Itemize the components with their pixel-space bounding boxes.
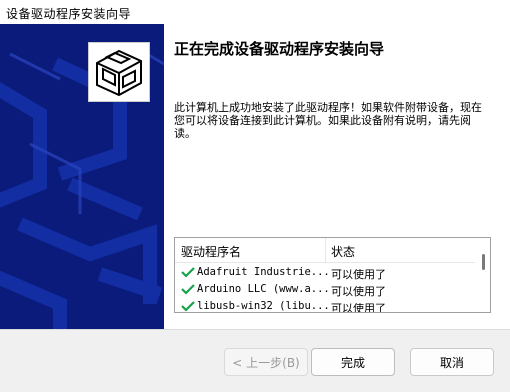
setup-icon [88,42,150,102]
check-icon [181,301,195,312]
column-header-driver-name[interactable]: 驱动程序名 [181,243,241,260]
driver-name: Arduino LLC (www.a... [197,283,330,295]
finish-button[interactable]: 完成 [311,348,395,376]
table-row[interactable]: Arduino LLC (www.a... 可以使用了 [175,281,475,298]
cancel-button[interactable]: 取消 [410,348,494,376]
driver-name: libusb-win32 (libu... [197,300,330,312]
driver-status: 可以使用了 [331,268,386,281]
column-header-status[interactable]: 状态 [331,243,355,260]
column-divider [325,238,326,262]
scrollbar-thumb[interactable] [482,254,485,270]
wizard-banner [0,24,164,329]
driver-status: 可以使用了 [331,285,386,298]
driver-list-scrollbar[interactable] [478,238,490,312]
driver-list-header: 驱动程序名 状态 [175,238,475,263]
title-bar: 设备驱动程序安装向导 [0,0,510,25]
driver-list[interactable]: 驱动程序名 状态 Adafruit Industrie... 可以使用了 Ard… [174,237,491,313]
footer-divider [0,329,510,330]
page-title: 正在完成设备驱动程序安装向导 [174,40,385,58]
check-icon [181,267,195,278]
table-row[interactable]: Adafruit Industrie... 可以使用了 [175,264,475,281]
driver-name: Adafruit Industrie... [197,266,330,278]
back-button[interactable]: < 上一步(B) [224,348,308,376]
completion-message: 此计算机上成功地安装了此驱动程序！如果软件附带设备，现在您可以将设备连接到此计算… [174,101,482,140]
window-title: 设备驱动程序安装向导 [6,7,132,21]
check-icon [181,284,195,295]
driver-status: 可以使用了 [331,302,386,313]
wizard-content: 正在完成设备驱动程序安装向导 此计算机上成功地安装了此驱动程序！如果软件附带设备… [164,24,510,329]
table-row[interactable]: libusb-win32 (libu... 可以使用了 [175,298,475,313]
